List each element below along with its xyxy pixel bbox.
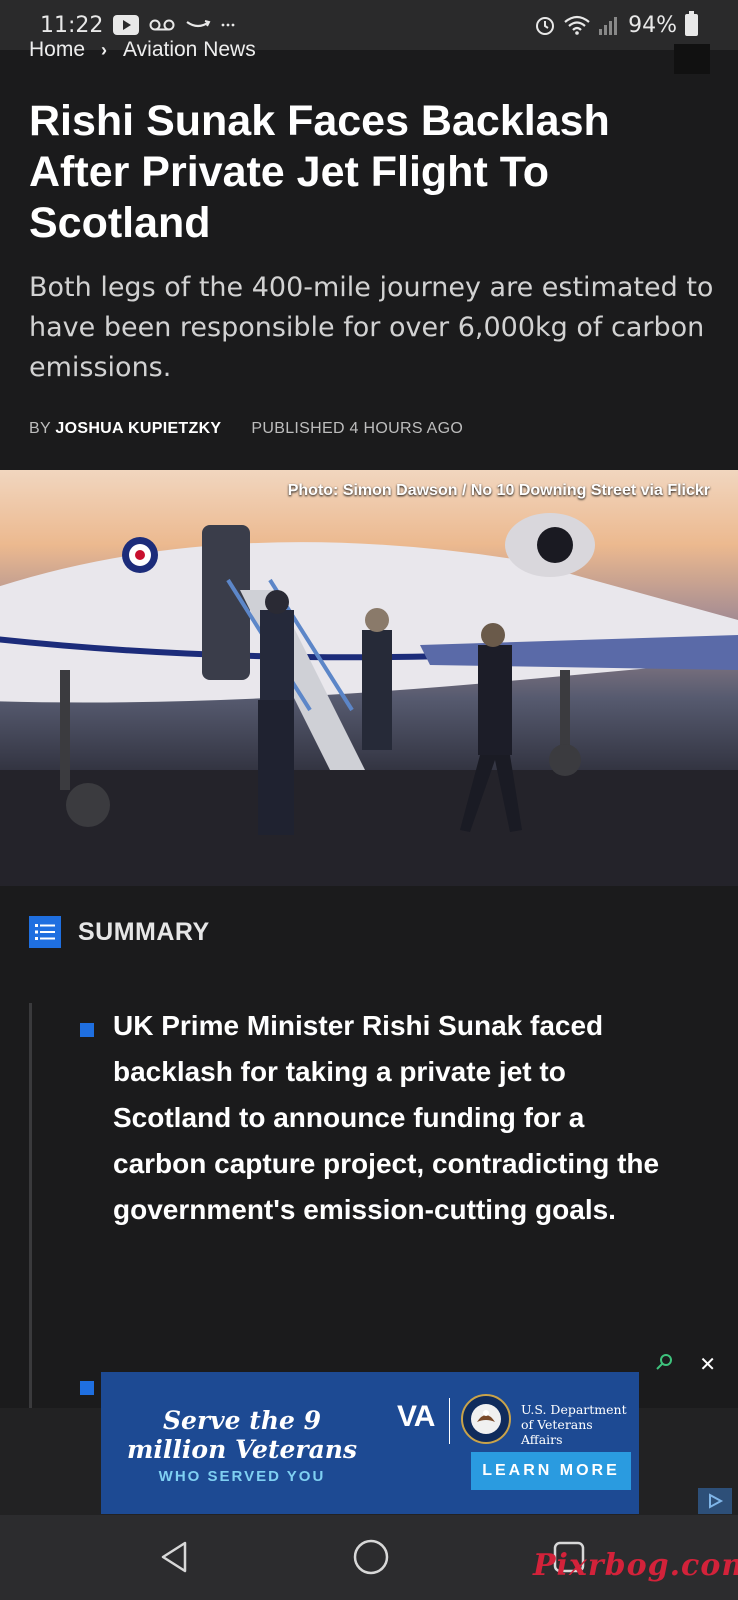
- author: BY JOSHUA KUPIETZKY: [29, 420, 221, 438]
- by-prefix: BY: [29, 420, 51, 437]
- youtube-icon: [113, 15, 140, 35]
- adchoices-icon[interactable]: [698, 1488, 732, 1514]
- breadcrumb-section[interactable]: Aviation News: [123, 38, 256, 62]
- watermark: Pixrbog.com: [533, 1548, 738, 1583]
- amazon-icon: [185, 18, 211, 32]
- ad-subline: WHO SERVED YOU: [158, 1468, 326, 1485]
- list-icon: [29, 916, 61, 948]
- photo-credit: Photo: Simon Dawson / No 10 Downing Stre…: [287, 482, 710, 499]
- article-subheadline: Both legs of the 400-mile journey are es…: [29, 272, 714, 383]
- va-department: U.S. Department of Veterans Affairs: [521, 1402, 627, 1447]
- jet-photo-illustration: [0, 513, 738, 886]
- summary-title: SUMMARY: [78, 917, 210, 946]
- back-icon[interactable]: [153, 1535, 197, 1579]
- signal-icon: [598, 15, 620, 35]
- wifi-icon: [564, 15, 590, 35]
- logo-divider: [449, 1398, 450, 1444]
- ad-banner[interactable]: Serve the 9 million Veterans WHO SERVED …: [101, 1372, 639, 1514]
- article-headline: Rishi Sunak Faces Backlash After Private…: [29, 97, 610, 247]
- learn-more-button[interactable]: LEARN MORE: [471, 1452, 631, 1490]
- published-time: PUBLISHED 4 HOURS AGO: [251, 420, 464, 437]
- voicemail-icon: [149, 18, 175, 32]
- bullet-icon: [80, 1023, 94, 1037]
- ad-close-icon[interactable]: ✕: [699, 1352, 716, 1377]
- summary-header: SUMMARY: [29, 916, 210, 948]
- clock: 11:22: [40, 12, 104, 38]
- home-icon[interactable]: [349, 1535, 393, 1579]
- ad-feedback-icon[interactable]: [655, 1353, 673, 1377]
- battery-percent: 94%: [628, 12, 677, 38]
- va-seal-icon: [461, 1394, 511, 1444]
- summary-divider: [29, 1003, 32, 1408]
- hero-image[interactable]: Photo: Simon Dawson / No 10 Downing Stre…: [0, 470, 738, 886]
- author-name[interactable]: JOSHUA KUPIETZKY: [55, 420, 221, 437]
- ad-controls: ✕: [655, 1352, 716, 1377]
- alarm-icon: [534, 14, 556, 36]
- battery-icon: [685, 11, 698, 36]
- byline: BY JOSHUA KUPIETZKY PUBLISHED 4 HOURS AG…: [29, 420, 463, 438]
- chevron-right-icon: ›: [101, 39, 108, 60]
- breadcrumb: Home › Aviation News: [29, 38, 256, 62]
- summary-item: UK Prime Minister Rishi Sunak faced back…: [113, 1010, 660, 1225]
- va-logo: VA: [397, 1400, 435, 1433]
- breadcrumb-home[interactable]: Home: [29, 38, 85, 62]
- ad-headline: Serve the 9 million Veterans: [126, 1406, 358, 1464]
- bullet-icon: [80, 1381, 94, 1395]
- more-notifications-icon: [221, 22, 235, 28]
- header-widget: [674, 44, 710, 74]
